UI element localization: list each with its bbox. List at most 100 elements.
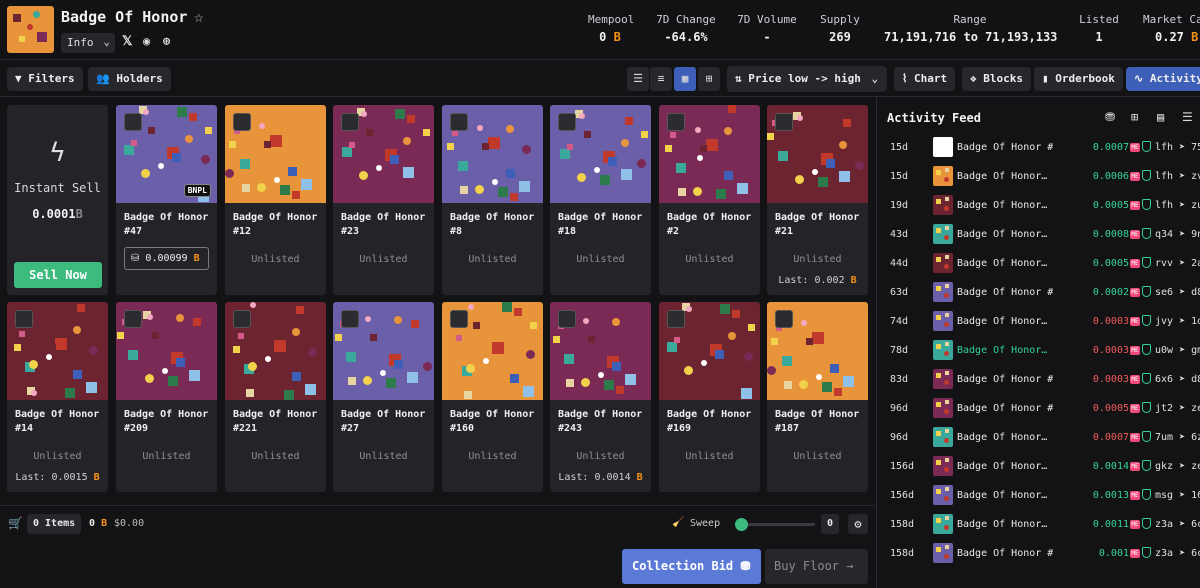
from-user[interactable]: gkz [1155, 461, 1173, 472]
from-user[interactable]: lfh [1155, 200, 1173, 211]
activity-users[interactable]: z3a ➤ 6cc [1155, 519, 1200, 530]
select-checkbox[interactable] [558, 113, 576, 131]
activity-users[interactable]: jvy ➤ 1d5 [1155, 316, 1200, 327]
select-checkbox[interactable] [15, 310, 33, 328]
select-checkbox[interactable] [558, 310, 576, 328]
activity-users[interactable]: se6 ➤ d8s [1155, 287, 1200, 298]
sweep-count-input[interactable]: 0 [821, 514, 839, 534]
nft-card[interactable]: Badge Of Honor #209 Unlisted [116, 302, 217, 492]
activity-users[interactable]: jt2 ➤ zex [1155, 403, 1200, 414]
activity-row[interactable]: 43d Badge Of Honor… 0.0008ME q34 ➤ 9ns [877, 220, 1200, 249]
activity-item-name[interactable]: Badge Of Honor #56 [957, 374, 1053, 385]
select-checkbox[interactable] [233, 310, 251, 328]
sliders-icon[interactable]: ☰ [1182, 110, 1193, 124]
to-user[interactable]: zex [1191, 403, 1200, 414]
from-user[interactable]: lfh [1155, 171, 1173, 182]
coins-filter-icon[interactable]: ⛃ [1105, 110, 1115, 124]
select-checkbox[interactable] [775, 113, 793, 131]
view-grid-icon[interactable]: ▦ [674, 67, 696, 91]
activity-users[interactable]: u0w ➤ gmw [1155, 345, 1200, 356]
chart-button[interactable]: ⌇ Chart [894, 67, 956, 91]
to-user[interactable]: 2af [1191, 258, 1200, 269]
store-filter-icon[interactable]: ▤ [1157, 110, 1164, 124]
to-user[interactable]: 6cc [1191, 548, 1200, 559]
buy-price-button[interactable]: ⛁ 0.00099 B [124, 247, 209, 270]
to-user[interactable]: 1d5 [1191, 316, 1200, 327]
activity-row[interactable]: 158d Badge Of Honor #31 0.001ME z3a ➤ 6cc [877, 539, 1200, 568]
nft-card[interactable]: Badge Of Honor #243 Unlisted Last: 0.0014 … [550, 302, 651, 492]
select-checkbox[interactable] [124, 113, 142, 131]
grid-filter-icon[interactable]: ⊞ [1131, 110, 1138, 124]
to-user[interactable]: 6cc [1191, 519, 1200, 530]
view-compact-icon[interactable]: ≡ [650, 67, 672, 91]
activity-row[interactable]: 156d Badge Of Honor… 0.0013ME msg ➤ 168 [877, 481, 1200, 510]
nft-card[interactable]: Badge Of Honor #160 Unlisted [442, 302, 543, 492]
select-checkbox[interactable] [233, 113, 251, 131]
to-user[interactable]: d8s [1191, 287, 1200, 298]
activity-users[interactable]: z3a ➤ 6cc [1155, 548, 1200, 559]
activity-row[interactable]: 96d Badge Of Honor… 0.0007ME 7um ➤ 6zj [877, 423, 1200, 452]
nft-card[interactable]: Badge Of Honor #2 Unlisted [659, 105, 760, 295]
to-user[interactable]: gmw [1191, 345, 1200, 356]
activity-users[interactable]: q34 ➤ 9ns [1155, 229, 1200, 240]
nft-card[interactable]: Badge Of Honor #169 Unlisted [659, 302, 760, 492]
gear-icon[interactable]: ⚙ [848, 514, 868, 534]
to-user[interactable]: zuj [1191, 200, 1200, 211]
nft-card[interactable]: Badge Of Honor #187 Unlisted [767, 302, 868, 492]
from-user[interactable]: se6 [1155, 287, 1173, 298]
activity-row[interactable]: 83d Badge Of Honor #56 0.0003ME 6x6 ➤ d8s [877, 365, 1200, 394]
filters-button[interactable]: ▼ Filters [7, 67, 83, 91]
discord-icon[interactable]: ◉ [143, 34, 150, 48]
activity-item-name[interactable]: Badge Of Honor #78 [957, 403, 1053, 414]
select-checkbox[interactable] [450, 113, 468, 131]
sort-dropdown[interactable]: ⇅ Price low -> high ⌄ [727, 66, 887, 92]
sweep-slider-handle[interactable] [735, 518, 748, 531]
from-user[interactable]: rvv [1155, 258, 1173, 269]
activity-row[interactable]: 96d Badge Of Honor #78 0.0005ME jt2 ➤ zex [877, 394, 1200, 423]
activity-users[interactable]: 7um ➤ 6zj [1155, 432, 1200, 443]
activity-button[interactable]: ∿ Activity [1126, 67, 1200, 91]
activity-users[interactable]: 6x6 ➤ d8s [1155, 374, 1200, 385]
orderbook-button[interactable]: ▮ Orderbook [1034, 67, 1123, 91]
from-user[interactable]: msg [1155, 490, 1173, 501]
from-user[interactable]: z3a [1155, 519, 1173, 530]
activity-row[interactable]: 44d Badge Of Honor… 0.0005ME rvv ➤ 2af [877, 249, 1200, 278]
from-user[interactable]: 6x6 [1155, 374, 1173, 385]
globe-icon[interactable]: ⊕ [163, 34, 170, 48]
to-user[interactable]: 6zj [1191, 432, 1200, 443]
view-large-grid-icon[interactable]: ⊞ [698, 67, 720, 91]
nft-card[interactable]: Badge Of Honor #221 Unlisted [225, 302, 326, 492]
activity-item-name[interactable]: Badge Of Honor… [957, 200, 1053, 211]
to-user[interactable]: zv0 [1191, 171, 1200, 182]
nft-card[interactable]: Badge Of Honor #8 Unlisted [442, 105, 543, 295]
from-user[interactable]: jt2 [1155, 403, 1173, 414]
nft-card[interactable]: Badge Of Honor #14 Unlisted Last: 0.0015 B [7, 302, 108, 492]
select-checkbox[interactable] [341, 113, 359, 131]
activity-item-name[interactable]: Badge Of Honor… [957, 229, 1053, 240]
activity-users[interactable]: lfh ➤ zuj [1155, 200, 1200, 211]
select-checkbox[interactable] [667, 113, 685, 131]
view-list-icon[interactable]: ☰ [627, 67, 649, 91]
from-user[interactable]: lfh [1155, 142, 1173, 153]
holders-button[interactable]: 👥 Holders [88, 67, 171, 91]
to-user[interactable]: 75s [1191, 142, 1200, 153]
from-user[interactable]: u0w [1155, 345, 1173, 356]
activity-item-name[interactable]: Badge Of Honor #75 [957, 287, 1053, 298]
nft-card[interactable]: Badge Of Honor #27 Unlisted [333, 302, 434, 492]
to-user[interactable]: d8s [1191, 374, 1200, 385]
activity-item-name[interactable]: Badge Of Honor… [957, 171, 1053, 182]
blocks-button[interactable]: ❖ Blocks [962, 67, 1031, 91]
nft-card[interactable]: Badge Of Honor #18 Unlisted [550, 105, 651, 295]
info-dropdown[interactable]: Info ⌄ [61, 33, 115, 53]
x-icon[interactable]: 𝕏 [122, 34, 132, 49]
nft-card[interactable]: Badge Of Honor #23 Unlisted [333, 105, 434, 295]
activity-users[interactable]: lfh ➤ zv0 [1155, 171, 1200, 182]
activity-users[interactable]: lfh ➤ 75s [1155, 142, 1200, 153]
to-user[interactable]: zex [1191, 461, 1200, 472]
nft-card[interactable]: BNPL Badge Of Honor #47 ⛁ 0.00099 B [116, 105, 217, 295]
from-user[interactable]: jvy [1155, 316, 1173, 327]
activity-item-name[interactable]: Badge Of Honor #17 [957, 142, 1053, 153]
activity-item-name[interactable]: Badge Of Honor… [957, 345, 1053, 356]
collection-bid-button[interactable]: Collection Bid ⛃ [622, 549, 761, 584]
activity-item-name[interactable]: Badge Of Honor #31 [957, 548, 1053, 559]
